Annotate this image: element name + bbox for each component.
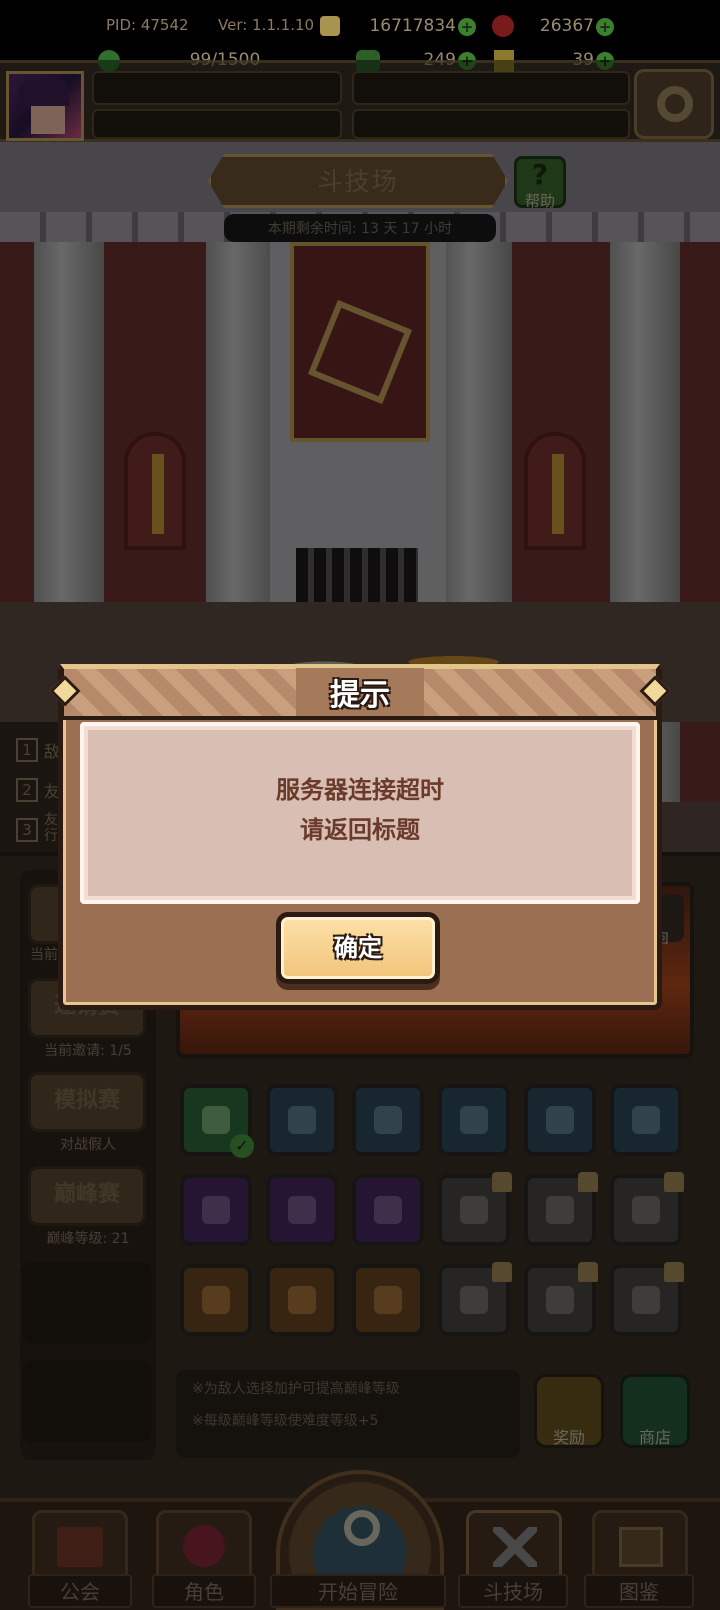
gem-amount: 26367 bbox=[539, 16, 594, 36]
gold-amount: 16717834 bbox=[369, 16, 456, 36]
confirm-button-label: 确定 bbox=[334, 934, 382, 962]
add-gold-button[interactable]: + bbox=[458, 18, 476, 36]
copy-icon[interactable] bbox=[320, 16, 340, 36]
gem-icon bbox=[492, 15, 514, 37]
player-id: PID: 47542 bbox=[106, 16, 189, 34]
dialog-message-line: 请返回标题 bbox=[300, 816, 420, 844]
dialog-title: 提示 bbox=[330, 678, 390, 713]
dialog-message-line: 服务器连接超时 bbox=[276, 776, 444, 804]
game-version: Ver: 1.1.1.10 bbox=[218, 16, 315, 34]
add-gem-button[interactable]: + bbox=[596, 18, 614, 36]
